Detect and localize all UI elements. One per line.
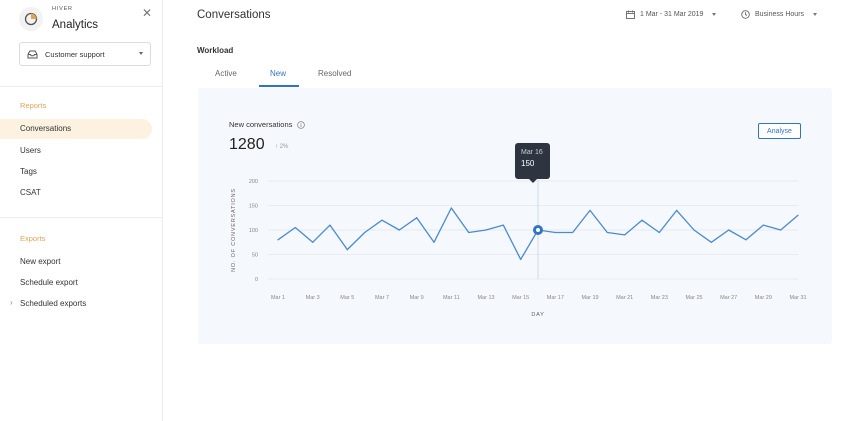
brand-product: Analytics — [52, 18, 99, 31]
business-hours-picker[interactable]: Business Hours — [741, 10, 818, 19]
date-range-picker[interactable]: 1 Mar - 31 Mar 2019 — [626, 10, 717, 19]
data-point — [346, 249, 348, 251]
sidebar-item-conversations[interactable]: Conversations — [20, 124, 71, 133]
x-tick-label: Mar 9 — [410, 295, 424, 301]
divider — [0, 217, 162, 218]
data-point — [468, 231, 470, 234]
data-point — [780, 229, 782, 231]
x-tick-label: Mar 3 — [306, 295, 320, 301]
data-point — [676, 209, 678, 211]
data-point — [416, 217, 418, 219]
sidebar-item-csat[interactable]: CSAT — [20, 188, 41, 197]
page-title: Conversations — [197, 9, 271, 21]
chevron-down-icon — [139, 52, 143, 55]
y-tick-label: 200 — [249, 179, 258, 185]
data-point — [294, 226, 296, 229]
data-point — [624, 234, 626, 236]
sidebar-item-new-export[interactable]: New export — [20, 257, 60, 266]
y-tick-label: 50 — [252, 253, 258, 259]
data-point — [606, 231, 608, 234]
data-point — [728, 229, 730, 231]
exports-section-label: Exports — [20, 234, 46, 243]
sidebar: HIVER Analytics ✕ Customer support Repor… — [0, 0, 163, 421]
metric-title: New conversations — [229, 120, 306, 129]
x-tick-label: Mar 21 — [616, 295, 633, 301]
data-point — [502, 224, 504, 226]
chevron-right-icon[interactable]: › — [10, 298, 13, 307]
workload-heading: Workload — [197, 46, 234, 55]
data-point — [710, 241, 712, 243]
x-tick-label: Mar 31 — [789, 295, 806, 301]
chart-tooltip: Mar 16 150 — [515, 143, 550, 183]
data-point — [312, 241, 314, 243]
data-point — [520, 258, 522, 260]
data-point — [797, 214, 799, 216]
analytics-logo-icon — [19, 7, 43, 32]
x-tick-label: Mar 23 — [651, 295, 668, 301]
data-point — [277, 239, 279, 241]
y-axis-label: NO. OF CONVERSATIONS — [231, 188, 237, 272]
x-tick-label: Mar 19 — [581, 295, 598, 301]
chevron-down-icon — [712, 13, 717, 16]
x-tick-label: Mar 5 — [340, 295, 354, 301]
tooltip-date: Mar 16 — [521, 149, 543, 156]
calendar-icon — [626, 10, 635, 19]
data-point — [433, 241, 435, 243]
data-point — [398, 229, 400, 231]
data-point — [745, 239, 747, 241]
info-icon[interactable] — [297, 120, 306, 129]
date-range-value: 1 Mar - 31 Mar 2019 — [640, 11, 704, 18]
data-point — [641, 219, 643, 221]
inbox-select[interactable]: Customer support — [19, 42, 151, 66]
reports-section-label: Reports — [20, 101, 47, 110]
sidebar-item-tags[interactable]: Tags — [20, 167, 37, 176]
data-point — [364, 231, 366, 234]
data-point — [762, 224, 764, 226]
x-tick-label: Mar 17 — [547, 295, 564, 301]
y-tick-label: 150 — [249, 204, 258, 210]
x-axis-label: DAY — [531, 312, 544, 318]
x-tick-label: Mar 7 — [375, 295, 389, 301]
x-tick-label: Mar 13 — [477, 295, 494, 301]
clock-icon — [741, 10, 750, 19]
x-tick-label: Mar 29 — [755, 295, 772, 301]
data-point — [450, 207, 452, 209]
data-point — [658, 231, 660, 234]
y-tick-label: 0 — [255, 277, 258, 283]
x-tick-label: Mar 15 — [512, 295, 529, 301]
tab-underline — [259, 85, 299, 87]
highlight-point-inner — [536, 228, 540, 232]
brand: HIVER Analytics — [19, 6, 99, 32]
data-point — [554, 231, 556, 234]
sidebar-item-scheduled-exports[interactable]: Scheduled exports — [20, 299, 86, 308]
inbox-icon — [27, 50, 38, 58]
y-tick-label: 100 — [249, 228, 258, 234]
sidebar-item-users[interactable]: Users — [20, 146, 41, 155]
x-tick-label: Mar 27 — [720, 295, 737, 301]
tab-resolved[interactable]: Resolved — [318, 69, 351, 78]
tab-new[interactable]: New — [270, 69, 286, 78]
tab-active[interactable]: Active — [215, 69, 237, 78]
data-point — [693, 229, 695, 231]
tooltip-value: 150 — [521, 159, 535, 168]
data-point — [381, 219, 383, 221]
metric-title-label: New conversations — [229, 120, 293, 129]
data-point — [485, 229, 487, 231]
analyse-button[interactable]: Analyse — [758, 123, 801, 139]
divider — [0, 86, 162, 87]
chevron-down-icon — [813, 13, 818, 16]
sidebar-item-schedule-export[interactable]: Schedule export — [20, 278, 78, 287]
close-icon[interactable]: ✕ — [142, 6, 152, 20]
data-point — [329, 224, 331, 226]
x-tick-label: Mar 1 — [271, 295, 285, 301]
x-tick-label: Mar 25 — [685, 295, 702, 301]
inbox-select-value: Customer support — [45, 49, 105, 59]
x-tick-label: Mar 11 — [443, 295, 460, 301]
brand-company: HIVER — [52, 6, 73, 12]
data-point — [572, 231, 574, 234]
business-hours-value: Business Hours — [755, 11, 805, 18]
data-point — [589, 209, 591, 211]
